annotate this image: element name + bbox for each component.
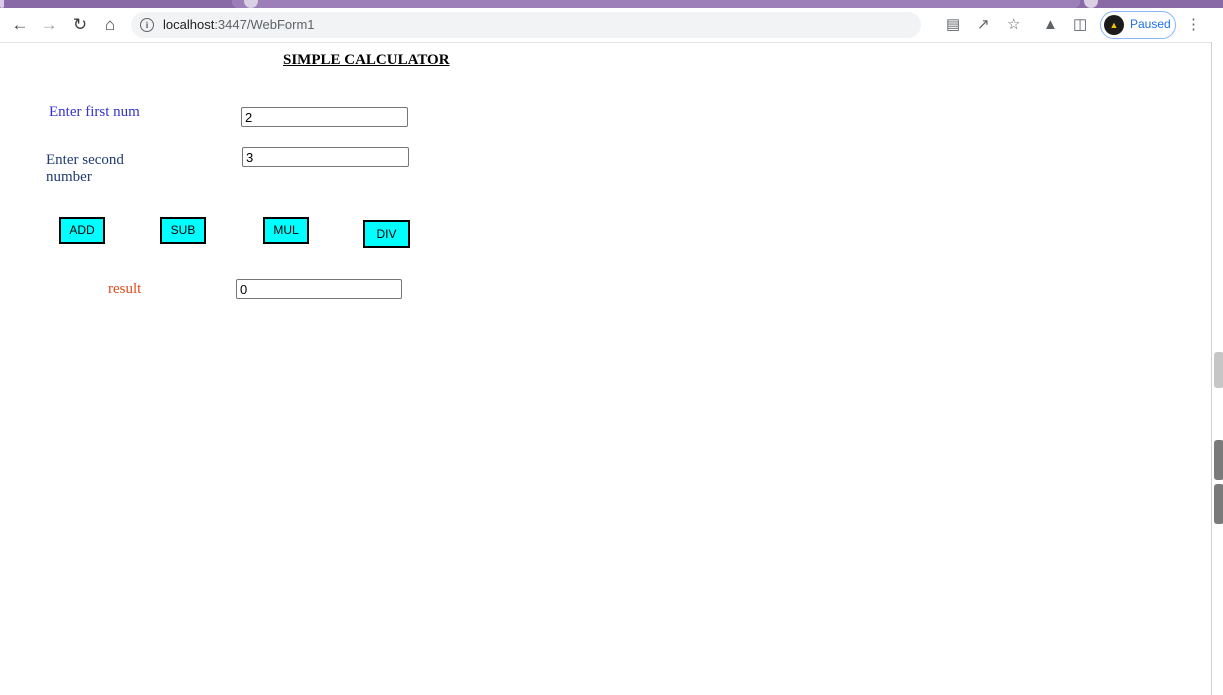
site-info-icon[interactable]: i: [140, 18, 154, 32]
share-icon[interactable]: ↗: [977, 17, 990, 33]
avatar: ▲: [1104, 15, 1124, 35]
tab-left[interactable]: [0, 0, 4, 8]
side-widget[interactable]: [1214, 440, 1223, 480]
tab-strip: [0, 0, 1223, 8]
add-button[interactable]: ADD: [59, 217, 105, 244]
extensions-puzzle-icon[interactable]: ▲: [1043, 17, 1058, 33]
url-host: localhost: [163, 17, 215, 32]
side-panel-icon[interactable]: ◫: [1073, 17, 1087, 33]
side-widget[interactable]: [1214, 484, 1223, 524]
scrollbar[interactable]: [1211, 42, 1223, 695]
reload-icon[interactable]: ↻: [70, 16, 90, 34]
div-button[interactable]: DIV: [363, 220, 410, 248]
second-number-label: Enter second number: [46, 152, 124, 185]
page-content: SIMPLE CALCULATOR Enter first num Enter …: [0, 43, 1211, 695]
second-number-input[interactable]: [242, 147, 409, 167]
scrollbar-thumb[interactable]: [1214, 352, 1223, 388]
home-icon[interactable]: ⌂: [100, 16, 120, 34]
first-number-label: Enter first num: [49, 104, 140, 120]
browser-menu-icon[interactable]: ⋮: [1186, 17, 1201, 33]
url-path: :3447/WebForm1: [214, 17, 315, 32]
address-bar[interactable]: i localhost:3447/WebForm1: [131, 12, 921, 38]
result-input[interactable]: [236, 279, 402, 299]
first-number-input[interactable]: [241, 107, 408, 127]
page-title: SIMPLE CALCULATOR: [283, 52, 450, 68]
browser-toolbar: ← → ↻ ⌂ i localhost:3447/WebForm1 ▤ ↗ ☆ …: [0, 8, 1223, 43]
url-text[interactable]: localhost:3447/WebForm1: [163, 17, 315, 32]
profile-button[interactable]: ▲ Paused: [1100, 11, 1176, 39]
forward-icon[interactable]: →: [39, 16, 59, 34]
tab-active[interactable]: [232, 0, 1080, 8]
tab-favicon: [1084, 0, 1098, 8]
back-icon[interactable]: ←: [10, 16, 30, 34]
translate-icon[interactable]: ▤: [946, 17, 960, 33]
profile-status: Paused: [1130, 17, 1171, 31]
bookmark-star-icon[interactable]: ☆: [1007, 17, 1020, 33]
result-label: result: [108, 281, 142, 297]
sub-button[interactable]: SUB: [160, 217, 206, 244]
mul-button[interactable]: MUL: [263, 217, 309, 244]
